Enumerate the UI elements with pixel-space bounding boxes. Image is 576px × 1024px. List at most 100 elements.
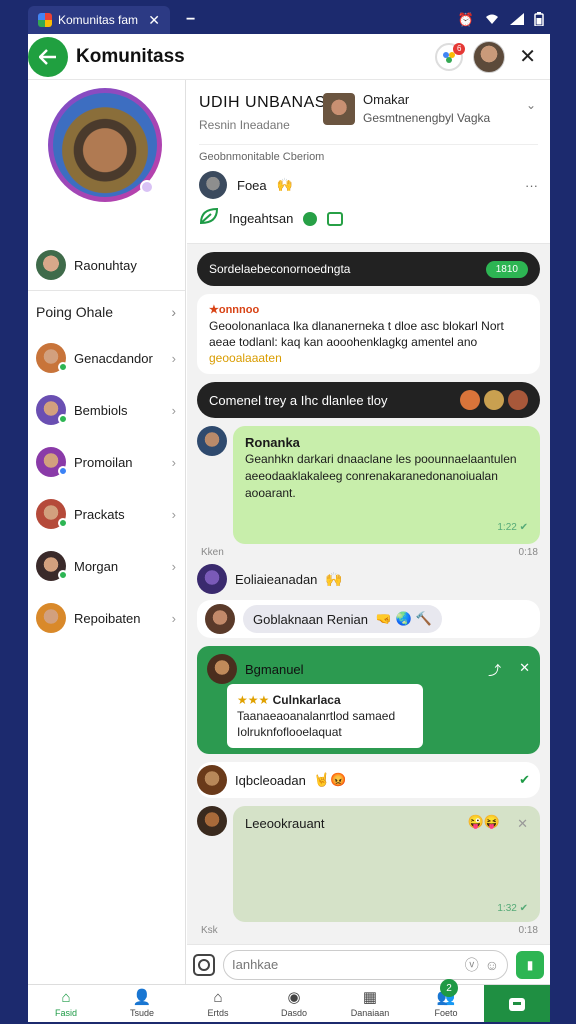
bottom-nav: ⌂ Fasid 👤 Tsude ⌂ Ertds ◉ Dasdo ▦ Danaiaan 👥 Foeto 2 (28, 979, 550, 1022)
sidebar-item-label: Promoilan (74, 454, 133, 470)
reaction-row[interactable]: Eoliaieanadan 🙌 (197, 564, 540, 594)
meta-left: Ksk (201, 925, 218, 936)
check-icon: ✔ (519, 772, 530, 787)
sidebar-item-label: Repoibaten (74, 610, 141, 626)
group-pill-text: Comenel trey a Ihc dlanlee tloy (209, 392, 388, 408)
sidebar-item[interactable]: Promoilan › (36, 436, 176, 488)
nav-item[interactable]: ⌂ Ertds (180, 985, 256, 1022)
share-icon[interactable]: ⤴ (488, 660, 501, 679)
wifi-icon (484, 13, 500, 28)
user-avatar[interactable] (473, 40, 506, 73)
shield-icon (303, 211, 318, 226)
nav-item[interactable]: ▦ Danaiaan (332, 985, 408, 1022)
nav-badge: 2 (440, 979, 458, 997)
attach-icon[interactable]: ⓥ (465, 955, 479, 975)
nav-label: Foeto (434, 1007, 458, 1018)
sidebar-item-label: Prackats (74, 506, 125, 522)
info-card[interactable]: ★onnnoo Geoolonanlaca lka dlananerneka t… (197, 294, 540, 374)
pinned-header[interactable]: Poing Ohale › (36, 304, 176, 320)
message-bubble: Leeookrauant 😜😝 ✕ 1:32 ✔ (233, 806, 540, 922)
member-avatar (484, 390, 504, 410)
nav-item[interactable]: ⌂ Fasid (28, 985, 104, 1022)
meta-right: 0:18 (518, 547, 538, 558)
nav-item[interactable]: 👤 Tsude (104, 985, 180, 1022)
message-text: Geanhkn darkari dnaaclane les poounnaela… (245, 452, 517, 500)
quoted-card: ★★★ Culnkarlaca Taanaeaoanalanrtlod sama… (227, 684, 423, 748)
sidebar-item-label: Bembiols (74, 402, 128, 418)
sender-avatar (197, 806, 227, 836)
inbox-icon (509, 997, 525, 1011)
announcement-banner[interactable]: Sordelaebeconornoedngta 1810 (197, 252, 540, 286)
sidebar-item[interactable]: Prackats › (36, 488, 176, 540)
camera-icon[interactable] (193, 953, 215, 976)
more-vertical-icon[interactable]: ⌄ (526, 98, 536, 112)
home-icon: ⌂ (61, 988, 71, 1006)
chevron-right-icon: › (171, 610, 176, 626)
status-dot (58, 362, 68, 372)
partner-sub: Gesmtnenengbyl Vagka (363, 111, 491, 125)
nav-item[interactable]: 👥 Foeto 2 (408, 979, 484, 1022)
group-pill[interactable]: Comenel trey a Ihc dlanlee tloy (197, 382, 540, 418)
emoji-reactions: 😜😝 (467, 814, 500, 829)
status-dot (58, 518, 68, 528)
reaction-chip[interactable]: Goblaknaan Renian 🤜 🌏 🔨 (197, 600, 540, 638)
minimize-icon[interactable]: − (186, 11, 195, 29)
sender-avatar (197, 426, 227, 456)
partner-avatar (323, 92, 355, 125)
chevron-right-icon: › (171, 558, 176, 574)
message-bubble: Ronanka Geanhkn darkari dnaaclane les po… (233, 426, 540, 544)
sidebar-item[interactable]: Bembiols › (36, 384, 176, 436)
grid-icon: ▦ (362, 988, 378, 1006)
contact-avatar (36, 603, 66, 633)
profile-row-1[interactable]: Foea 🙌 ··· (199, 171, 538, 199)
app-tab[interactable]: Komunitas fam ✕ (28, 6, 170, 34)
leaf-icon (199, 207, 219, 230)
message[interactable]: Ronanka Geanhkn darkari dnaaclane les po… (197, 426, 540, 544)
message-meta: Kken 0:18 (197, 544, 540, 558)
nav-label: Dasdo (280, 1007, 307, 1018)
nav-item[interactable]: ◉ Dasdo (256, 985, 332, 1022)
profile-avatar[interactable] (48, 88, 162, 202)
close-tab-icon[interactable]: ✕ (148, 12, 160, 29)
profile-row-2[interactable]: Ingeahtsan (199, 207, 538, 230)
meta-right: 0:18 (518, 925, 538, 936)
divider (28, 290, 185, 291)
raised-hands-icon: 🙌 (325, 570, 343, 587)
member-avatar (460, 390, 480, 410)
notification-icon[interactable]: 6 (435, 42, 466, 71)
close-icon[interactable]: ✕ (515, 44, 540, 69)
banner-text: Sordelaebeconornoedngta (209, 262, 351, 276)
row-label: Ingeahtsan (229, 211, 294, 226)
app-window: Komunitass 6 ✕ Raonuhtay Poing Ohale › G… (28, 34, 550, 1022)
reaction-text: Eoliaieanadan (235, 571, 318, 587)
chevron-right-icon: › (171, 402, 176, 418)
message[interactable]: Leeookrauant 😜😝 ✕ 1:32 ✔ (197, 806, 540, 922)
close-icon[interactable]: ✕ (519, 660, 530, 679)
status-dot (58, 466, 68, 476)
sender-avatar (205, 604, 235, 634)
sidebar-item-label: Morgan (74, 558, 119, 574)
nav-label: Tsude (129, 1007, 155, 1018)
card-highlight: geooalaaaten (209, 351, 282, 365)
reaction-chip[interactable]: Iqbcleoadan 🤘😡 ✔ (197, 762, 540, 798)
sidebar-item[interactable]: Repoibaten › (36, 592, 176, 644)
sidebar-item[interactable]: Genacdandor › (36, 332, 176, 384)
more-horizontal-icon[interactable]: ··· (525, 178, 538, 193)
highlight-message[interactable]: Bgmanuel ⤴ ✕ ★★★ Culnkarlaca Taanaeaoana… (197, 646, 540, 754)
back-arrow-icon[interactable] (28, 36, 68, 77)
sender-name: Bgmanuel (245, 661, 304, 677)
message-input[interactable]: Ianhkae ⓥ ☺ (223, 949, 508, 980)
compose-button[interactable] (484, 985, 550, 1022)
profile-right[interactable]: Omakar Gesmtnenengbyl Vagka (323, 92, 490, 125)
member-avatar (508, 390, 528, 410)
nav-label: Ertds (207, 1007, 229, 1018)
chevron-right-icon: › (171, 454, 176, 470)
sender-name: Ronanka (245, 435, 300, 450)
me-row[interactable]: Raonuhtay (36, 250, 137, 280)
send-icon[interactable]: ▮ (516, 950, 544, 979)
sidebar-item[interactable]: Morgan › (36, 540, 176, 592)
compass-icon: ◉ (287, 988, 301, 1006)
profile-card: UDIH UNBANASD Resnin Ineadane Omakar Ges… (187, 80, 550, 244)
close-icon[interactable]: ✕ (517, 816, 528, 832)
emoji-icon[interactable]: ☺ (485, 957, 499, 973)
